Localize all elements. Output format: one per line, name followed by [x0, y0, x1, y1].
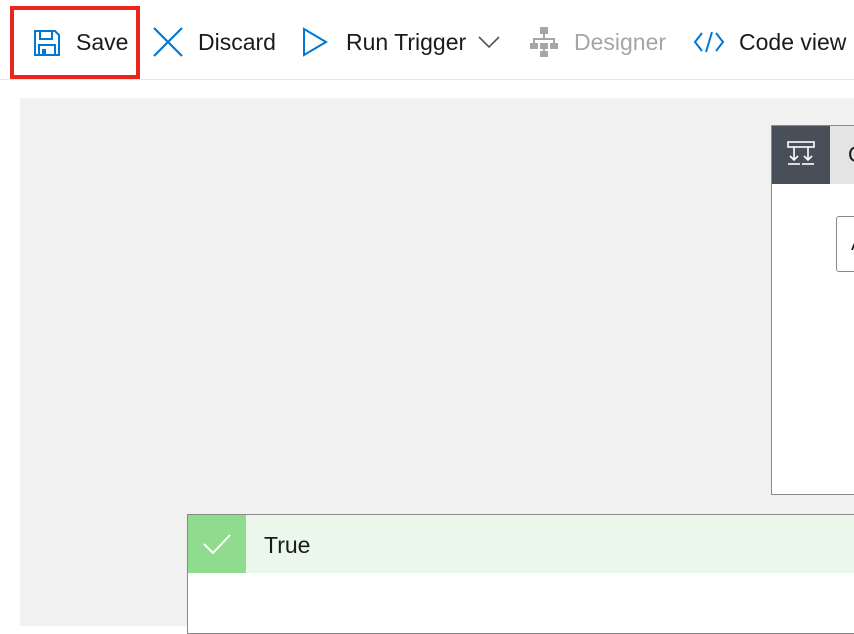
designer-button[interactable]: Designer — [530, 14, 666, 70]
floppy-disk-icon — [32, 28, 62, 58]
code-view-button[interactable]: Code view — [693, 14, 846, 70]
play-icon — [302, 27, 328, 57]
run-trigger-label: Run Trigger — [346, 28, 467, 55]
discard-label: Discard — [198, 28, 276, 55]
save-button[interactable]: Save — [10, 6, 140, 79]
designer-toolbar: Save Discard Run Trigger Designer Code v… — [0, 0, 854, 80]
true-branch-title: True — [264, 532, 311, 558]
checkmark-icon — [188, 515, 246, 573]
condition-operand-input[interactable]: A — [836, 216, 854, 272]
condition-title: C — [848, 142, 854, 168]
true-branch-header[interactable]: True — [188, 515, 854, 573]
save-label: Save — [76, 29, 129, 55]
condition-card[interactable]: C A — [771, 125, 854, 495]
code-brackets-icon — [693, 30, 725, 54]
condition-header[interactable]: C — [772, 126, 854, 184]
run-trigger-button[interactable]: Run Trigger — [302, 14, 500, 70]
org-chart-icon — [530, 27, 558, 57]
condition-icon — [772, 126, 830, 184]
code-view-label: Code view — [739, 28, 847, 55]
chevron-down-icon[interactable] — [478, 35, 500, 49]
true-branch-card[interactable]: True — [187, 514, 854, 634]
designer-label: Designer — [574, 28, 667, 55]
close-icon — [152, 26, 184, 58]
discard-button[interactable]: Discard — [152, 14, 276, 70]
